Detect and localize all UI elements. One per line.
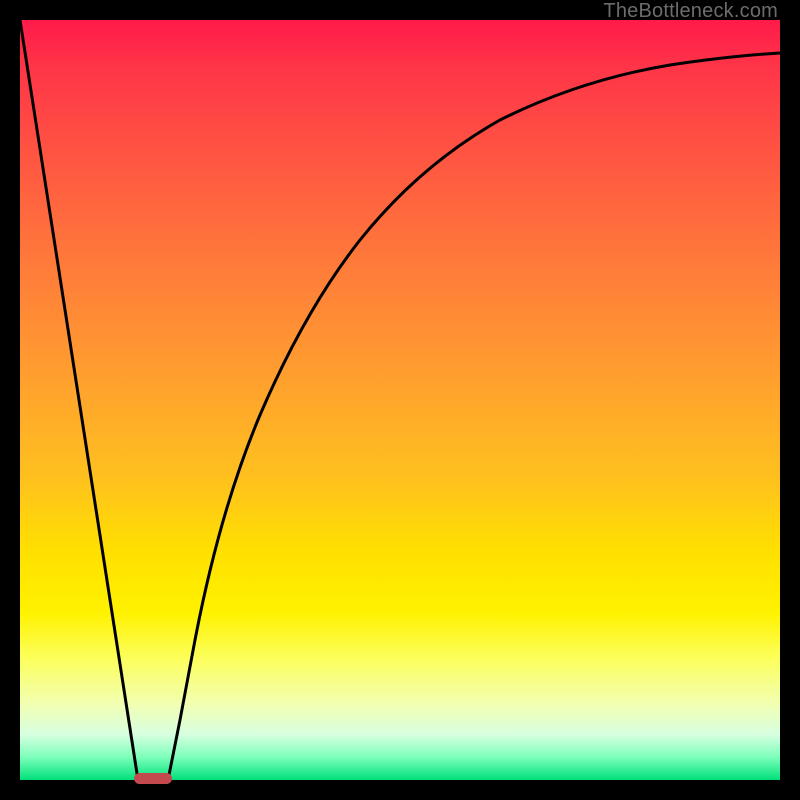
optimal-point-marker bbox=[134, 773, 172, 784]
chart-frame: TheBottleneck.com bbox=[0, 0, 800, 800]
left-line bbox=[20, 20, 138, 780]
plot-area bbox=[20, 20, 780, 780]
watermark-text: TheBottleneck.com bbox=[603, 0, 778, 23]
chart-lines bbox=[20, 20, 780, 780]
right-curve bbox=[168, 53, 780, 780]
